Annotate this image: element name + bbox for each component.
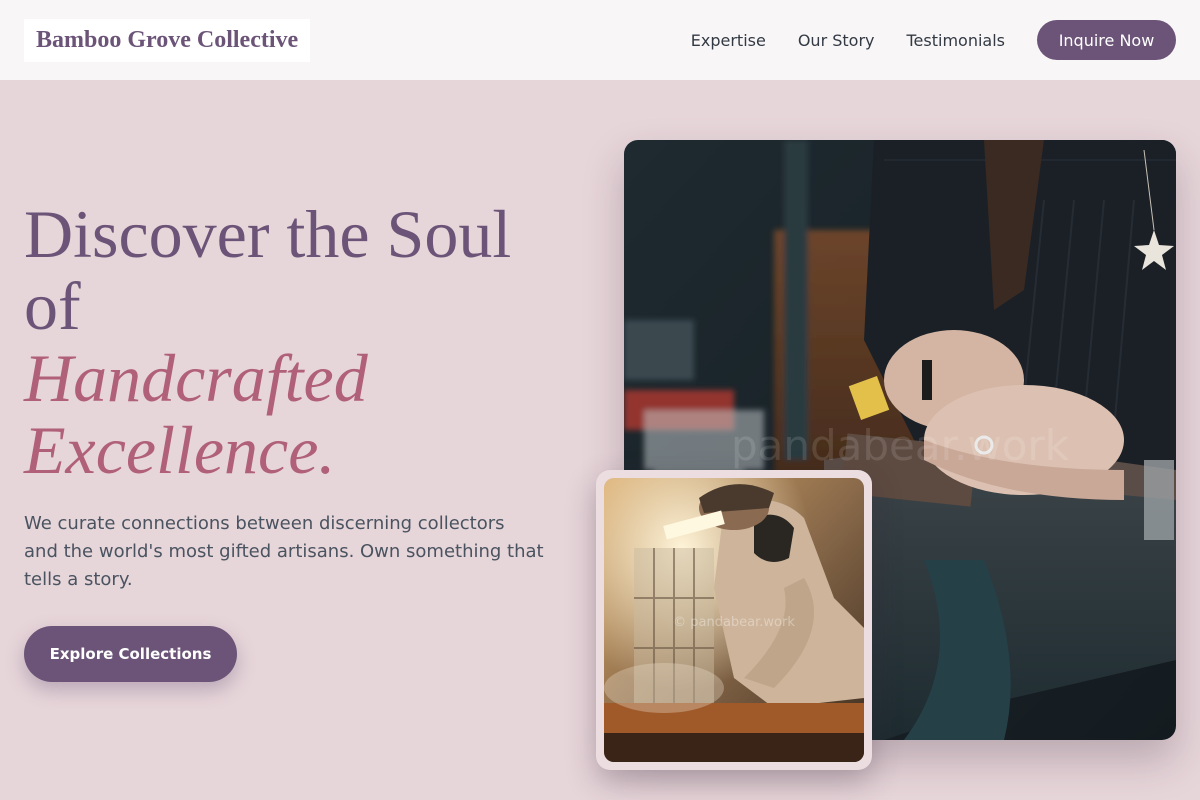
- inset-photo-watermark: © pandabear.work: [673, 615, 795, 630]
- nav-links: Expertise Our Story Testimonials Inquire…: [691, 20, 1176, 60]
- nav-link-our-story[interactable]: Our Story: [798, 31, 875, 50]
- inset-photo-frame: © pandabear.work: [596, 470, 872, 770]
- main-photo-watermark: pandabear.work: [731, 421, 1070, 470]
- hero-title: Discover the Soul of Handcrafted Excelle…: [24, 198, 584, 486]
- nav-link-testimonials[interactable]: Testimonials: [907, 31, 1006, 50]
- hero-description: We curate connections between discerning…: [24, 513, 544, 590]
- brand-logo[interactable]: Bamboo Grove Collective: [24, 18, 311, 62]
- top-navbar: Bamboo Grove Collective Expertise Our St…: [0, 0, 1200, 80]
- inquire-now-button[interactable]: Inquire Now: [1037, 20, 1176, 60]
- hero-title-line: Discover the Soul of: [24, 196, 512, 344]
- hero-title-accent: Handcrafted Excellence.: [24, 340, 368, 488]
- nav-link-expertise[interactable]: Expertise: [691, 31, 766, 50]
- explore-collections-button[interactable]: Explore Collections: [24, 626, 237, 682]
- craftsman-welding-photo: © pandabear.work: [604, 478, 864, 762]
